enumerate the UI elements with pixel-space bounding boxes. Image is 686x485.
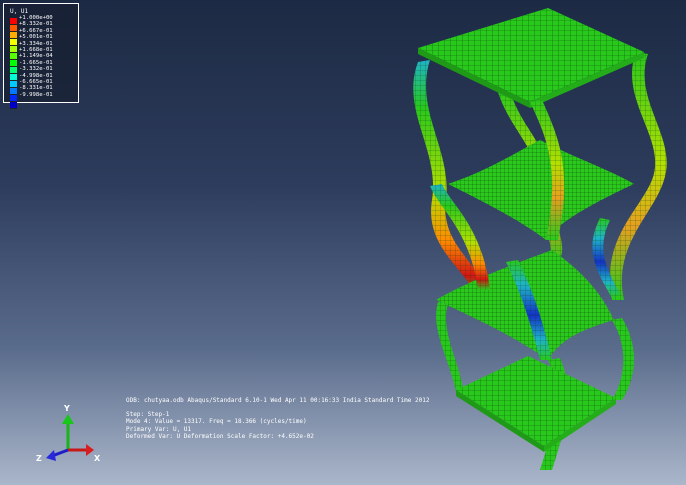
deformed-var-line: Deformed Var: U Deformation Scale Factor… <box>126 432 314 440</box>
viewport[interactable]: U, U1 +1.000e+00 +8.332e-01 +6.667e-01 +5.0… <box>0 0 686 485</box>
plate-bottom <box>456 356 616 452</box>
primary-var-line: Primary Var: U, U1 <box>126 425 192 433</box>
axis-triad: Y Z X <box>34 404 106 470</box>
odb-line: ODB: chutyaa.odb Abaqus/Standard 6.10-1 … <box>126 397 430 404</box>
mode-line: Mode 4: Value = 13317. Freq = 18.366 (cy… <box>126 418 307 426</box>
z-axis-label: Z <box>36 454 42 463</box>
y-axis-label: Y <box>64 404 70 413</box>
step-line: Step: Step-1 <box>126 411 170 419</box>
odb-info-block: ODB: chutyaa.odb Abaqus/Standard 6.10-1 … <box>126 397 429 440</box>
plate-top <box>418 8 644 108</box>
x-axis-label: X <box>94 454 101 463</box>
